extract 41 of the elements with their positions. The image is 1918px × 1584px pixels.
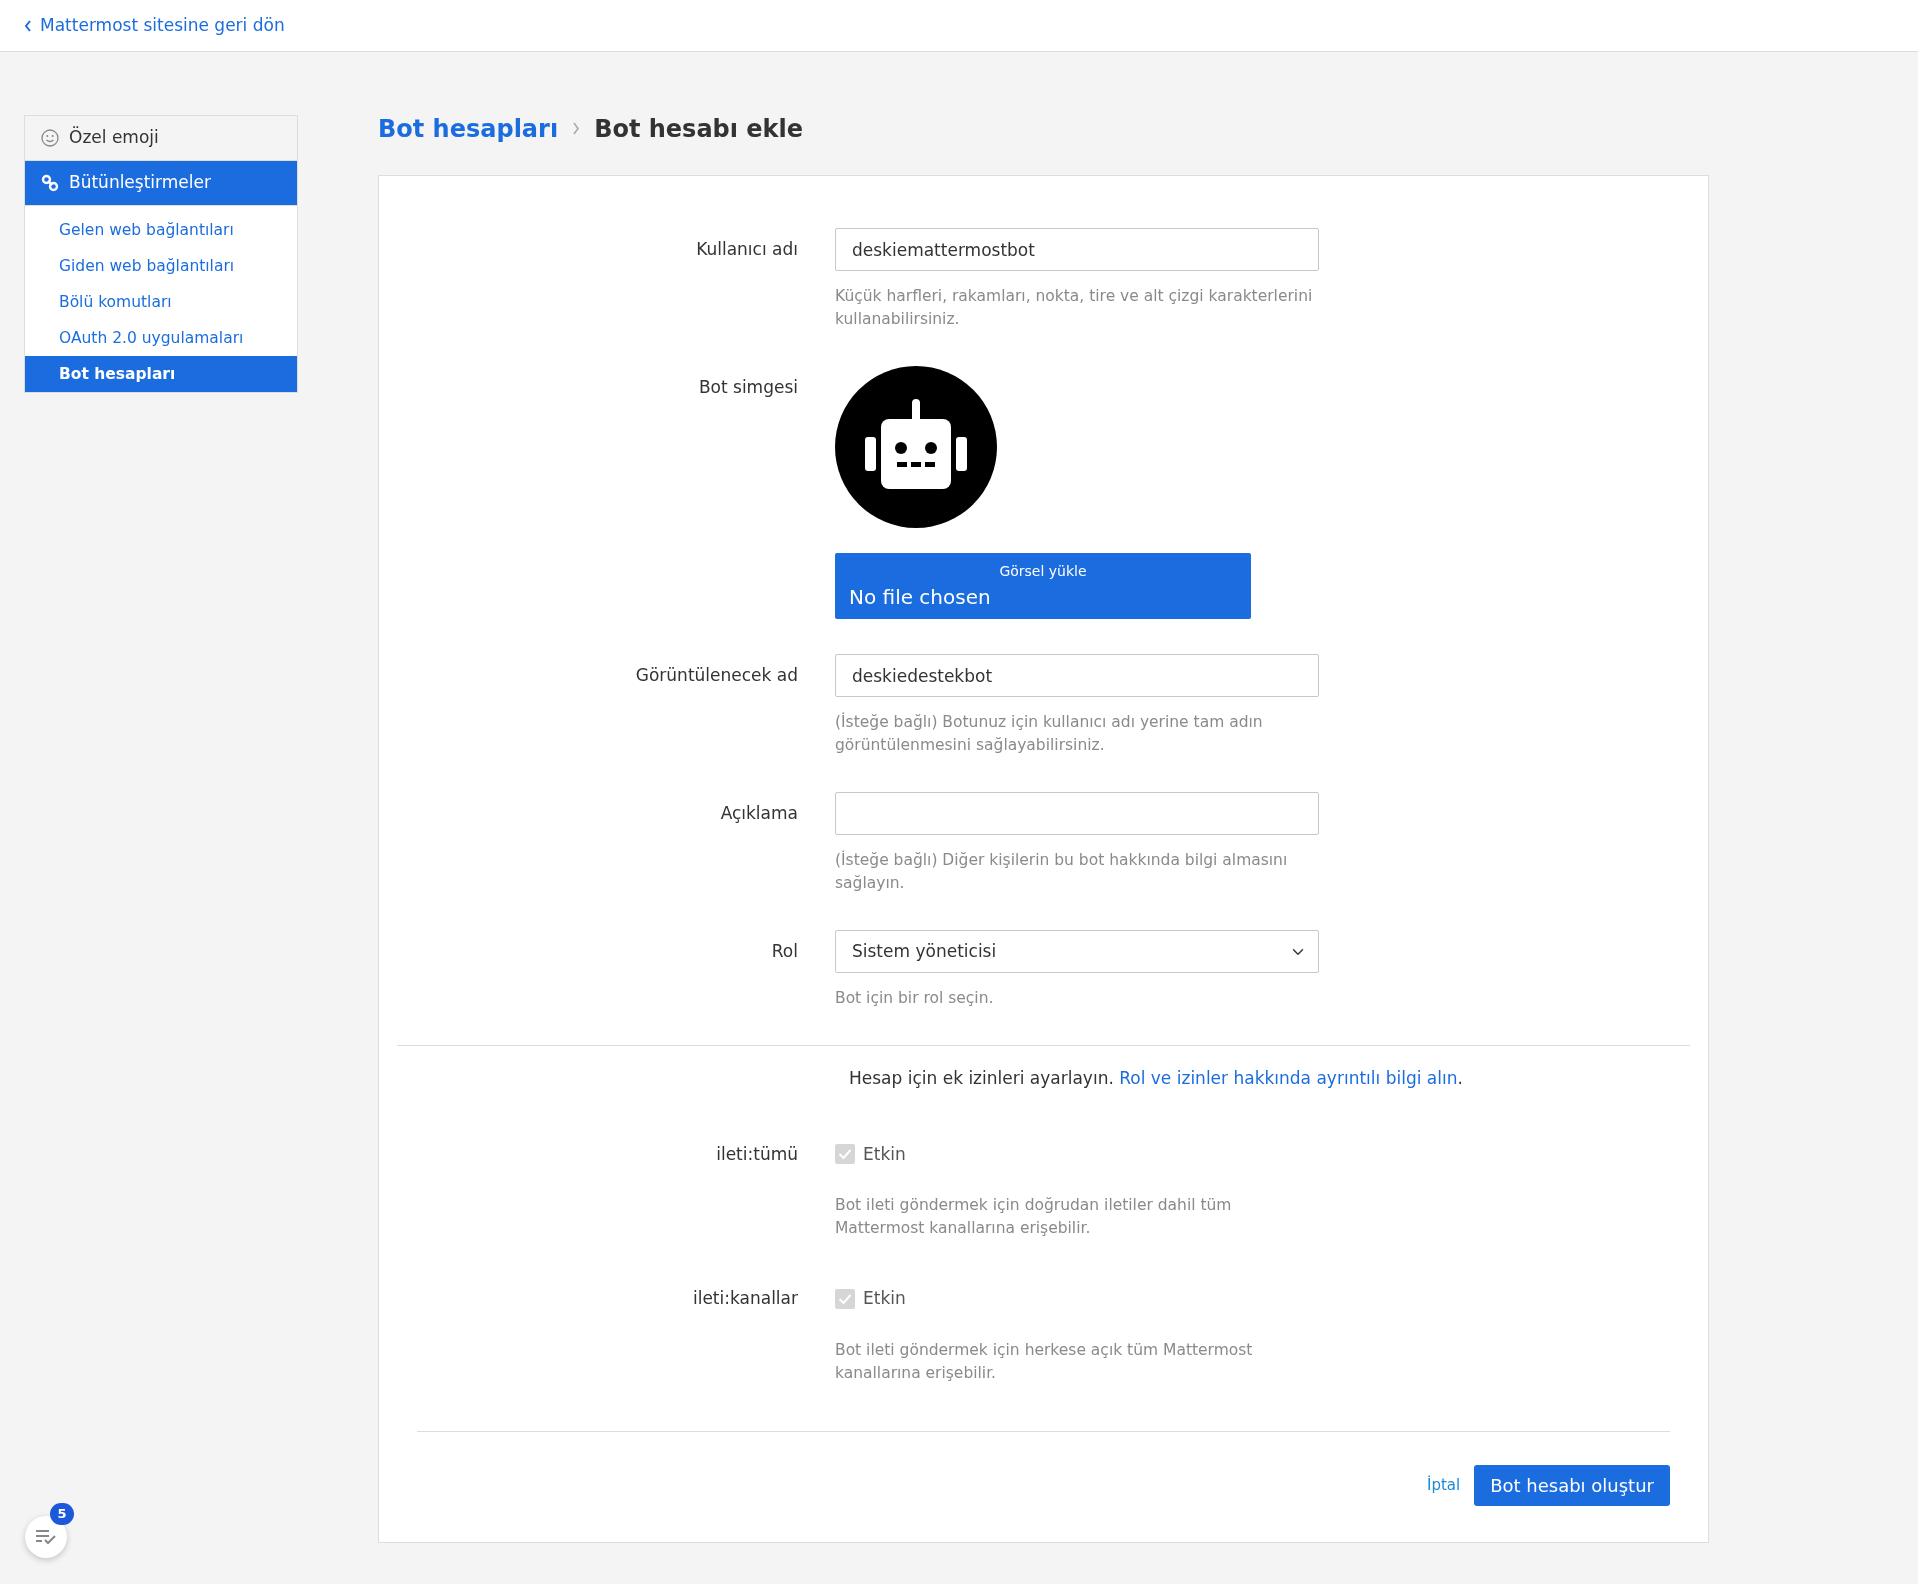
count-badge: 5 [50,1503,74,1525]
checkbox-label: Etkin [863,1287,906,1310]
help-text: Küçük harfleri, rakamları, nokta, tire ve alt çizgi karakterlerini kullanabilirsiniz. [835,286,1314,330]
sidebar-subitem[interactable]: Bot hesapları [25,356,297,392]
help-text: Bot ileti göndermek için herkese açık tüm Mattermost kanallarına erişebilir. [835,1339,1254,1384]
help-text: Bot için bir rol seçin. [835,988,995,1009]
field-label: Kullanıcı adı [695,238,799,261]
task-list-button[interactable] [25,1516,67,1558]
breadcrumb-link[interactable]: Bot hesapları [378,110,559,147]
sidebar-subitem[interactable]: OAuth 2.0 uygulamaları [25,320,297,356]
chevron-right-icon [572,122,581,135]
permission-label: ileti:kanallar [691,1287,799,1310]
sidebar-subitem[interactable]: Gelen web bağlantıları [25,212,297,248]
sidebar-item[interactable]: Bütünleştirmeler [25,161,297,206]
sidebar-item[interactable]: Özel emoji [25,116,297,161]
permissions-intro: Hesap için ek izinleri ayarlayın. Rol ve izinler hakkında ayrıntılı bilgi alın. [848,1067,1464,1090]
field-label: Açıklama [719,802,799,825]
smiley-icon [41,129,59,147]
help-text: (İsteğe bağlı) Botunuz için kullanıcı adı yerine tam adın görüntülenmesini sağlayabilirsiniz. [835,711,1264,756]
page-title: Bot hesabı ekle [594,113,804,145]
text-field[interactable]: deskiemattermostbot [835,228,1319,271]
field-label: Görüntülenecek ad [634,664,799,687]
field-label: Rol [770,940,799,963]
sidebar-subitem[interactable]: Bölü komutları [25,284,297,320]
text-field[interactable] [835,792,1319,835]
text-field[interactable]: deskiedestekbot [835,654,1319,697]
chevron-left-icon [24,19,32,32]
permission-label: ileti:tümü [715,1142,799,1166]
link-icon [41,174,59,192]
cancel-link[interactable]: İptal [1426,1473,1461,1497]
upload-button[interactable]: Görsel yükle No file chosen [835,553,1251,619]
help-text: (İsteğe bağlı) Diğer kişilerin bu bot hakkında bilgi almasını sağlayın. [835,849,1289,894]
checklist-icon [35,1529,57,1545]
checkbox-label: Etkin [863,1142,906,1166]
field-label: Bot simgesi [697,376,799,399]
role-dropdown[interactable]: Sistem yöneticisi [835,930,1319,973]
help-text: Bot ileti göndermek için doğrudan iletiler dahil tüm Mattermost kanallarına erişebilir. [835,1195,1233,1239]
learn-more-link[interactable]: Rol ve izinler hakkında ayrıntılı bilgi alın [1119,1068,1458,1088]
sidebar-subitem[interactable]: Giden web bağlantıları [25,248,297,284]
back-link[interactable]: Mattermost sitesine geri dön [24,12,285,39]
create-button[interactable]: Bot hesabı oluştur [1474,1464,1670,1506]
